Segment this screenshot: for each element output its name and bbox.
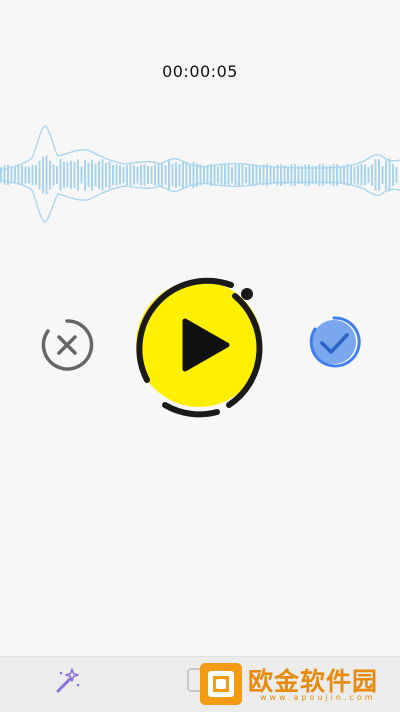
waveform-bars xyxy=(0,155,398,195)
elapsed-time: 00:00:05 xyxy=(162,62,238,81)
bottom-toolbar: 欧金软件园 www.apoujin.com xyxy=(0,656,400,712)
audio-waveform xyxy=(0,125,400,223)
magic-wand-icon xyxy=(56,668,80,693)
close-icon xyxy=(41,319,94,371)
brand-mark-icon xyxy=(200,663,242,705)
check-icon xyxy=(309,316,361,368)
watermark-logo: 欧金软件园 www.apoujin.com xyxy=(198,661,394,707)
effect-button[interactable] xyxy=(52,665,82,695)
confirm-button[interactable] xyxy=(307,315,361,369)
play-button[interactable] xyxy=(125,268,277,420)
play-icon xyxy=(136,277,263,418)
watermark-url: www.apoujin.com xyxy=(260,693,376,702)
cancel-button[interactable] xyxy=(38,316,96,374)
